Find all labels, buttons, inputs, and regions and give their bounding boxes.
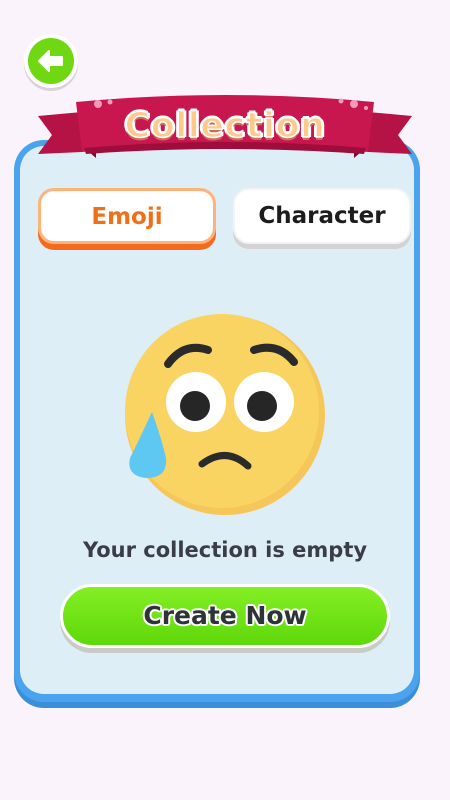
arrow-left-icon <box>28 38 74 84</box>
empty-collection-message: Your collection is empty <box>82 538 368 562</box>
sad-tear-emoji-icon <box>122 312 328 522</box>
back-button[interactable] <box>24 34 78 88</box>
collection-screen: Collection Emoji Character Your collecti… <box>0 0 450 800</box>
tab-emoji[interactable]: Emoji <box>38 188 216 244</box>
create-now-label: Create Now <box>143 601 307 630</box>
page-title: Collection <box>124 105 326 147</box>
title-ribbon: Collection <box>36 88 414 168</box>
create-now-button[interactable]: Create Now <box>60 584 390 648</box>
tab-character[interactable]: Character <box>233 188 411 244</box>
